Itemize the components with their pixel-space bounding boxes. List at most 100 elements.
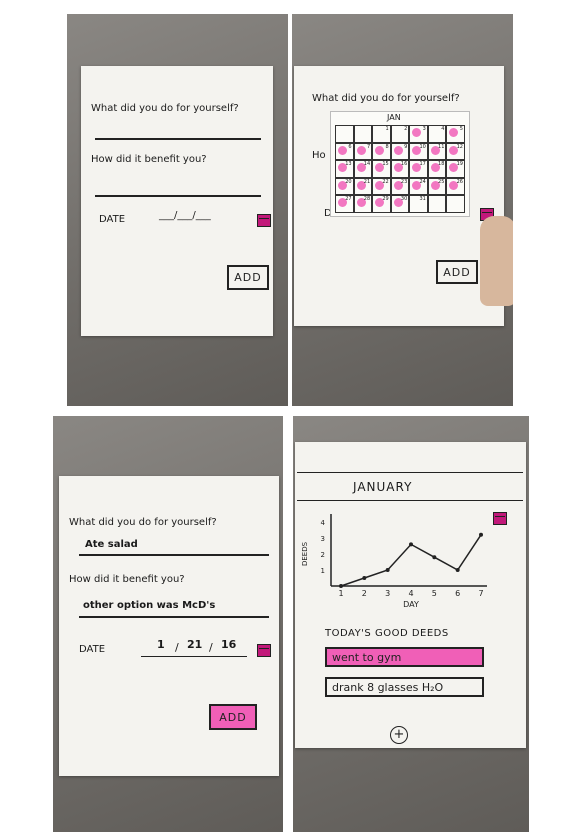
calendar-day-number: 18 xyxy=(438,161,445,168)
calendar-day-cell[interactable]: 9 xyxy=(390,142,410,161)
x-tick-label: 1 xyxy=(338,589,343,598)
form-paper: What did you do for yourself? How did it… xyxy=(81,66,273,336)
calendar-day-cell[interactable]: 16 xyxy=(390,160,410,178)
answer-2-input[interactable] xyxy=(95,195,261,197)
date-input[interactable]: ___/___/___ xyxy=(159,210,211,221)
deeds-chart: 1 2 3 4 5 6 7 1 2 3 4 DAY DEEDS xyxy=(301,514,487,609)
date-year-value[interactable]: 16 xyxy=(221,638,236,651)
calendar-day-cell[interactable]: 3 xyxy=(409,125,428,143)
data-point xyxy=(339,584,343,588)
answer-1-text[interactable]: Ate salad xyxy=(85,539,138,550)
calendar-day-cell[interactable]: 8 xyxy=(372,142,391,161)
form-paper: What did you do for yourself? Ate salad … xyxy=(59,476,279,776)
calendar-day-number: 4 xyxy=(441,126,445,132)
calendar-day-number: 27 xyxy=(345,196,352,203)
month-title: JANUARY xyxy=(353,480,413,494)
calendar-day-number: 12 xyxy=(456,143,463,150)
calendar-day-cell xyxy=(446,195,465,213)
calendar-day-number: 22 xyxy=(382,178,389,185)
data-point xyxy=(479,532,483,537)
x-tick-label: 6 xyxy=(455,589,460,598)
calendar-day-number: 20 xyxy=(345,178,352,185)
calendar-day-number: 15 xyxy=(382,161,389,168)
photo-panel-empty-form: What did you do for yourself? How did it… xyxy=(67,14,288,406)
deed-item[interactable]: went to gym xyxy=(325,647,484,667)
answer-2-text[interactable]: other option was McD's xyxy=(83,600,215,611)
calendar-day-number: 25 xyxy=(438,178,445,185)
calendar-day-number: 26 xyxy=(456,178,463,185)
x-tick-label: 2 xyxy=(362,589,367,598)
y-tick-label: 2 xyxy=(321,551,325,559)
calendar-day-cell[interactable]: 22 xyxy=(372,177,391,196)
calendar-day-cell[interactable]: 13 xyxy=(335,160,354,178)
calendar-day-cell[interactable]: 5 xyxy=(446,125,465,143)
date-sep-1: / xyxy=(175,641,179,654)
calendar-icon[interactable] xyxy=(257,214,271,227)
deed-highlight-dot xyxy=(449,128,459,137)
calendar-day-cell[interactable]: 6 xyxy=(335,142,354,161)
question-1-label: What did you do for yourself? xyxy=(91,103,239,114)
calendar-day-cell[interactable]: 2 xyxy=(390,125,410,143)
deed-highlight-dot xyxy=(338,145,347,155)
date-month-value[interactable]: 1 xyxy=(157,638,165,651)
deed-item[interactable]: drank 8 glasses H₂O xyxy=(325,677,484,697)
question-2-label: How did it benefit you? xyxy=(91,154,207,165)
calendar-day-number: 21 xyxy=(363,178,371,185)
answer-1-input[interactable] xyxy=(95,138,261,140)
calendar-day-cell[interactable]: 17 xyxy=(409,160,428,178)
calendar-day-cell[interactable]: 7 xyxy=(353,142,373,161)
x-axis-label: DAY xyxy=(403,600,419,609)
calendar-day-cell[interactable]: 26 xyxy=(446,177,465,196)
photo-panel-summary: JANUARY 1 2 3 4 5 6 7 1 2 3 4 DAY DEEDS TODAY'S GOOD… xyxy=(293,416,529,832)
calendar-popup: JAN 1 2 3 4 5 6 7 8 9 10 11 12 13 14 15 16 17 18 19 20 21 22 2… xyxy=(330,111,470,217)
calendar-day-cell[interactable]: 31 xyxy=(409,195,428,213)
calendar-day-number: 31 xyxy=(419,196,426,203)
calendar-day-cell[interactable]: 15 xyxy=(372,160,391,178)
top-rule xyxy=(297,472,523,473)
y-axis-label: DEEDS xyxy=(301,541,309,566)
calendar-day-cell[interactable]: 21 xyxy=(353,177,373,196)
question-1-label: What did you do for yourself? xyxy=(312,93,460,104)
calendar-day-cell[interactable]: 19 xyxy=(446,160,465,178)
calendar-day-cell[interactable]: 27 xyxy=(335,195,354,213)
calendar-icon[interactable] xyxy=(257,644,271,657)
add-button[interactable]: ADD xyxy=(209,704,257,730)
deed-highlight-dot xyxy=(356,145,366,155)
plus-circle-icon[interactable]: + xyxy=(390,726,408,744)
calendar-day-cell[interactable]: 14 xyxy=(353,160,373,178)
calendar-day-cell[interactable]: 11 xyxy=(427,142,447,161)
data-point xyxy=(432,555,437,560)
calendar-day-number: 13 xyxy=(345,161,352,168)
calendar-day-cell[interactable]: 30 xyxy=(390,195,410,213)
calendar-day-number: 10 xyxy=(419,143,426,150)
y-tick-label: 3 xyxy=(321,535,325,543)
date-sep-2: / xyxy=(209,641,213,654)
form-paper: What did you do for yourself? Ho DATE __… xyxy=(294,66,504,326)
calendar-day-cell[interactable]: 25 xyxy=(427,177,447,196)
calendar-day-number: 28 xyxy=(363,196,371,203)
calendar-day-cell[interactable]: 20 xyxy=(335,177,354,196)
calendar-day-number: 9 xyxy=(404,143,408,150)
calendar-day-number: 23 xyxy=(400,178,408,185)
calendar-day-cell[interactable]: 12 xyxy=(446,142,465,161)
calendar-day-cell[interactable]: 28 xyxy=(353,195,373,213)
calendar-day-cell[interactable]: 29 xyxy=(372,195,391,213)
add-button[interactable]: ADD xyxy=(436,260,478,284)
calendar-day-cell[interactable]: 24 xyxy=(409,177,428,196)
calendar-day-cell[interactable]: 4 xyxy=(427,125,447,143)
todays-deeds-label: TODAY'S GOOD DEEDS xyxy=(325,628,449,639)
calendar-day-cell[interactable]: 18 xyxy=(427,160,447,178)
x-tick-label: 3 xyxy=(385,589,390,598)
calendar-day-cell[interactable]: 10 xyxy=(409,142,428,161)
data-point xyxy=(455,568,460,572)
calendar-day-number: 19 xyxy=(456,161,463,168)
calendar-day-number: 14 xyxy=(363,161,371,168)
calendar-day-cell[interactable]: 1 xyxy=(372,125,391,143)
date-underline xyxy=(141,656,247,657)
add-button[interactable]: ADD xyxy=(227,265,269,290)
calendar-day-number: 6 xyxy=(348,143,352,150)
calendar-month: JAN xyxy=(387,113,401,122)
calendar-day-cell[interactable]: 23 xyxy=(390,177,410,196)
calendar-day-number: 1 xyxy=(385,126,389,132)
date-day-value[interactable]: 21 xyxy=(187,638,202,651)
